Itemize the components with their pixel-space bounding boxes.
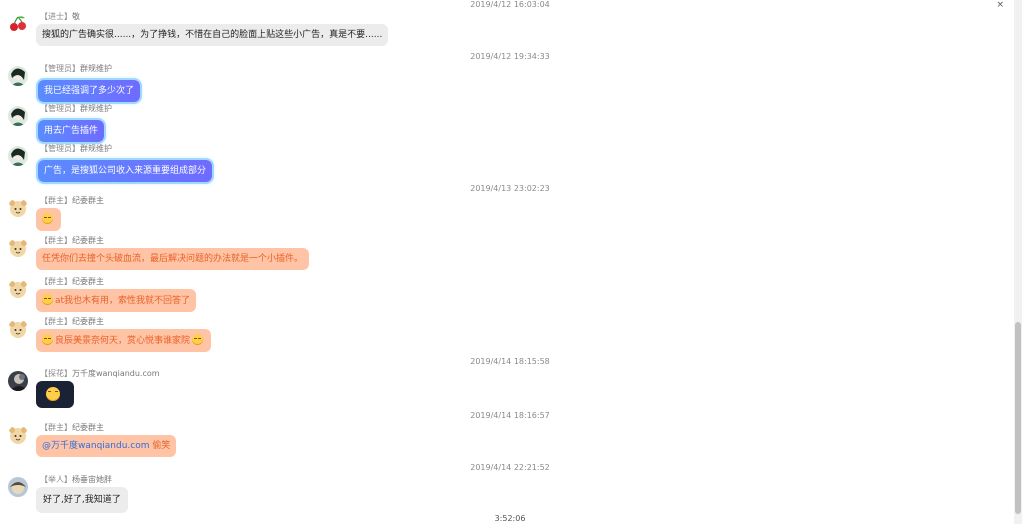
sender-info: 【进士】敬 (40, 12, 80, 22)
message-bubble[interactable] (36, 381, 74, 408)
sender-name: 纪委群主 (72, 277, 104, 286)
message-bubble[interactable] (36, 208, 61, 231)
sender-info: 【管理员】群规维护 (40, 64, 112, 74)
grin-emoji-icon (46, 387, 60, 401)
sender-name: 纪委群主 (72, 423, 104, 432)
sender-info: 【管理员】群规维护 (40, 144, 112, 154)
sender-rank: 【群主】 (40, 277, 72, 286)
message-bubble[interactable]: at我也木有用，索性我就不回答了 (36, 289, 197, 312)
sender-rank: 【探花】 (40, 369, 72, 378)
owner-avatar[interactable] (8, 279, 28, 299)
timestamp: 2019/4/14 18:16:57 (470, 411, 550, 420)
sender-info: 【群主】纪委群主 (40, 236, 104, 246)
sender-info: 【管理员】群规维护 (40, 104, 112, 114)
chat-history: × 2019/4/12 16:03:04 【进士】敬 搜狐的广告确实很.....… (0, 0, 1012, 524)
smug-emoji-icon (42, 294, 53, 305)
message-text: 良辰美景奈何天，赏心悦事谁家院 (55, 336, 191, 346)
message-bubble[interactable]: 好了,好了,我知道了 (36, 487, 128, 513)
message-bubble[interactable]: 用去广告插件 (38, 120, 105, 142)
scrollbar-thumb[interactable] (1015, 322, 1021, 514)
sender-name: 纪委群主 (72, 236, 104, 245)
message-bubble[interactable]: 广告，是搜狐公司收入来源重要组成部分 (38, 160, 213, 182)
sender-rank: 【群主】 (40, 196, 72, 205)
admin-avatar[interactable] (8, 106, 28, 126)
sender-info: 【举人】杨垂宙她胖 (40, 475, 112, 485)
sender-info: 【群主】纪委群主 (40, 196, 104, 206)
sender-name: 群规维护 (80, 144, 112, 153)
sender-rank: 【管理员】 (40, 104, 80, 113)
sender-rank: 【举人】 (40, 475, 72, 484)
sender-rank: 【进士】 (40, 12, 72, 21)
sender-name: 群规维护 (80, 64, 112, 73)
admin-avatar[interactable] (8, 66, 28, 86)
smug-emoji-icon (42, 334, 53, 345)
timestamp: 2019/4/14 22:21:52 (470, 463, 550, 472)
cherry-avatar[interactable] (8, 14, 28, 34)
sender-info: 【群主】纪委群主 (40, 317, 104, 327)
admin-avatar[interactable] (8, 146, 28, 166)
sender-name: 群规维护 (80, 104, 112, 113)
owner-avatar[interactable] (8, 198, 28, 218)
sender-rank: 【群主】 (40, 317, 72, 326)
mention-link[interactable]: @万千度wanqiandu.com (42, 441, 150, 451)
user-avatar[interactable] (8, 371, 28, 391)
footer-time: 3:52:06 (494, 514, 526, 523)
owner-avatar[interactable] (8, 425, 28, 445)
message-bubble[interactable]: 良辰美景奈何天，赏心悦事谁家院 (36, 329, 212, 352)
timestamp: 2019/4/13 23:02:23 (470, 184, 550, 193)
owner-avatar[interactable] (8, 319, 28, 339)
message-text: 偷笑 (149, 441, 171, 451)
timestamp: 2019/4/12 19:34:33 (470, 52, 550, 61)
timestamp: 2019/4/14 18:15:58 (470, 357, 550, 366)
sender-name: 杨垂宙她胖 (72, 475, 112, 484)
user2-avatar[interactable] (8, 477, 28, 497)
smug-emoji-icon (192, 334, 204, 345)
sender-info: 【探花】万千度wanqiandu.com (40, 369, 160, 379)
sender-info: 【群主】纪委群主 (40, 423, 104, 433)
message-bubble[interactable]: 任凭你们去撞个头破血流，最后解决问题的办法就是一个小插件。 (36, 248, 310, 270)
sender-info: 【群主】纪委群主 (40, 277, 104, 287)
sender-name: 纪委群主 (72, 317, 104, 326)
smug-emoji-icon (42, 213, 53, 224)
message-text: at我也木有用，索性我就不回答了 (55, 296, 191, 306)
sender-rank: 【管理员】 (40, 64, 80, 73)
message-bubble[interactable]: 我已经强调了多少次了 (38, 80, 141, 102)
vertical-scrollbar[interactable] (1014, 0, 1022, 524)
sender-rank: 【群主】 (40, 423, 72, 432)
sender-name: 万千度wanqiandu.com (72, 369, 160, 378)
message-bubble[interactable]: @万千度wanqiandu.com 偷笑 (36, 435, 177, 457)
sender-name: 敬 (72, 12, 80, 21)
sender-rank: 【管理员】 (40, 144, 80, 153)
owner-avatar[interactable] (8, 238, 28, 258)
timestamp: 2019/4/12 16:03:04 (470, 0, 550, 9)
sender-rank: 【群主】 (40, 236, 72, 245)
message-bubble[interactable]: 搜狐的广告确实很......，为了挣钱，不惜在自己的脸面上贴这些小广告，真是不要… (36, 24, 389, 46)
sender-name: 纪委群主 (72, 196, 104, 205)
